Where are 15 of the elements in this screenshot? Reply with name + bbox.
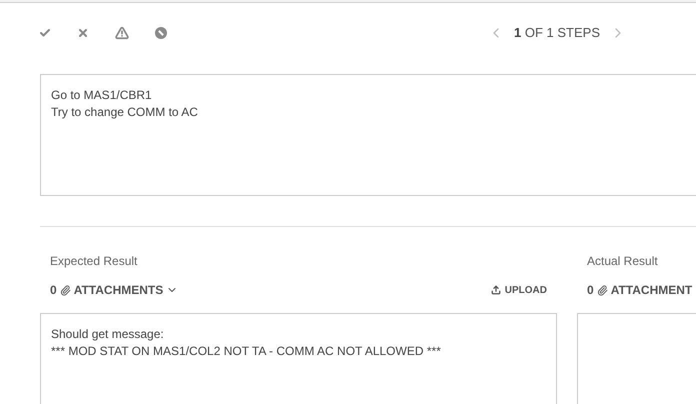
warning-icon[interactable] xyxy=(115,26,129,40)
close-icon[interactable] xyxy=(77,27,89,39)
upload-icon xyxy=(490,285,501,295)
blocked-icon[interactable] xyxy=(155,27,167,39)
step-counter: 1 OF 1 STEPS xyxy=(514,24,600,42)
attachments-dropdown[interactable]: 0 ATTACHMENT xyxy=(587,281,692,299)
attachments-dropdown[interactable]: 0 ATTACHMENTS xyxy=(50,281,178,299)
expected-result-label: Expected Result xyxy=(49,253,138,270)
paperclip-icon xyxy=(596,284,608,296)
paperclip-icon xyxy=(60,284,71,296)
upload-button[interactable]: UPLOAD xyxy=(490,282,547,298)
step-description-field[interactable]: Go to MAS1/CBR1 Try to change COMM to AC xyxy=(40,74,696,196)
actual-result-label: Actual Result xyxy=(586,253,658,270)
expected-result-field[interactable]: Should get message: *** MOD STAT ON MAS1/COL2 NOT TA - COMM AC NOT ALLOWED *** xyxy=(40,313,557,404)
check-icon[interactable] xyxy=(39,27,51,39)
